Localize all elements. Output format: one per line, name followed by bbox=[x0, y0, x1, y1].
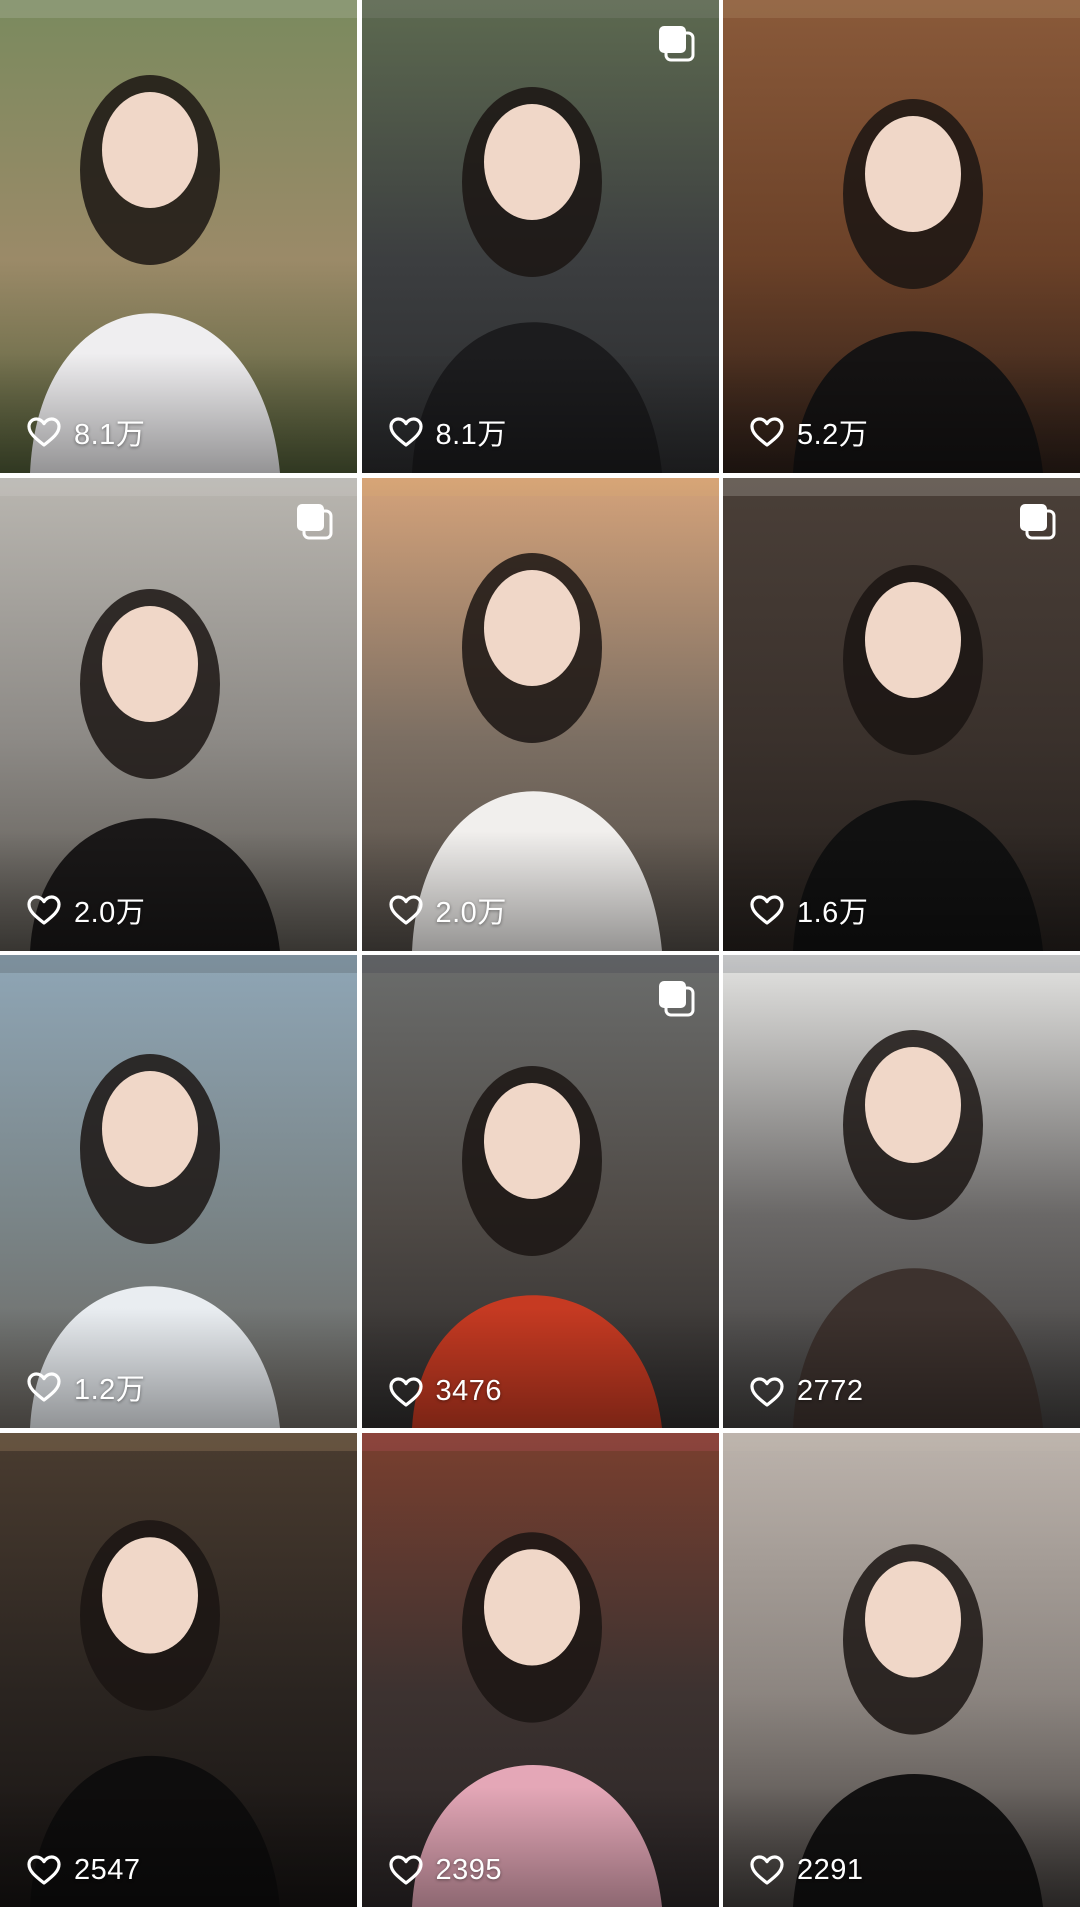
post-tile[interactable]: 5.2万 bbox=[723, 0, 1080, 473]
post-tile[interactable]: 2.0万 bbox=[0, 477, 357, 951]
heart-outline-icon[interactable] bbox=[749, 894, 785, 926]
multi-image-icon bbox=[1016, 500, 1060, 544]
like-count: 2395 bbox=[435, 1853, 503, 1886]
heart-outline-icon[interactable] bbox=[26, 1854, 62, 1886]
like-count: 2.0万 bbox=[435, 896, 507, 929]
like-count-row[interactable]: 2395 bbox=[388, 1854, 503, 1887]
multi-image-icon bbox=[293, 500, 337, 544]
post-tile[interactable]: 2291 bbox=[723, 1432, 1080, 1907]
post-tile[interactable]: 2395 bbox=[361, 1432, 719, 1907]
post-tile[interactable]: 3476 bbox=[361, 955, 719, 1428]
like-count: 8.1万 bbox=[435, 419, 507, 451]
post-tile[interactable]: 1.6万 bbox=[723, 477, 1080, 951]
caption-shade bbox=[723, 1786, 1080, 1907]
caption-shade bbox=[723, 1308, 1080, 1428]
caption-shade bbox=[361, 1308, 719, 1428]
post-tile[interactable]: 8.1万 bbox=[0, 0, 357, 473]
post-tile[interactable]: 8.1万 bbox=[361, 0, 719, 473]
like-count: 2772 bbox=[797, 1375, 864, 1407]
post-tile[interactable]: 1.2万 bbox=[0, 955, 357, 1428]
heart-outline-icon[interactable] bbox=[749, 416, 785, 448]
like-count: 2547 bbox=[74, 1853, 141, 1886]
heart-outline-icon[interactable] bbox=[749, 1376, 785, 1408]
like-count-row[interactable]: 2.0万 bbox=[388, 889, 507, 931]
heart-outline-icon[interactable] bbox=[388, 894, 424, 926]
like-count-row[interactable]: 1.2万 bbox=[26, 1366, 145, 1408]
like-count-row[interactable]: 2.0万 bbox=[26, 889, 145, 931]
like-count: 8.1万 bbox=[74, 419, 146, 451]
like-count: 2291 bbox=[797, 1853, 864, 1886]
post-tile[interactable]: 2547 bbox=[0, 1432, 357, 1907]
like-count: 1.6万 bbox=[797, 896, 869, 929]
heart-outline-icon[interactable] bbox=[749, 1854, 785, 1886]
post-tile[interactable]: 2.0万 bbox=[361, 477, 719, 951]
heart-outline-icon[interactable] bbox=[26, 894, 62, 926]
photo-grid: 8.1万 8.1万 5.2万 2.0万 2.0万 1.6万 1.2万 3476 … bbox=[0, 0, 1080, 1907]
like-count-row[interactable]: 5.2万 bbox=[749, 411, 868, 453]
like-count-row[interactable]: 2772 bbox=[749, 1375, 864, 1408]
heart-outline-icon[interactable] bbox=[26, 416, 62, 448]
multi-image-icon bbox=[655, 22, 699, 66]
multi-image-icon bbox=[655, 977, 699, 1021]
like-count-row[interactable]: 8.1万 bbox=[388, 411, 507, 453]
like-count-row[interactable]: 2547 bbox=[26, 1854, 141, 1887]
heart-outline-icon[interactable] bbox=[26, 1371, 62, 1403]
like-count: 3476 bbox=[435, 1375, 503, 1407]
heart-outline-icon[interactable] bbox=[388, 1854, 424, 1886]
like-count-row[interactable]: 8.1万 bbox=[26, 411, 145, 453]
heart-outline-icon[interactable] bbox=[388, 1376, 424, 1408]
caption-shade bbox=[0, 1786, 357, 1907]
like-count-row[interactable]: 3476 bbox=[388, 1375, 503, 1408]
like-count-row[interactable]: 2291 bbox=[749, 1854, 864, 1887]
like-count: 5.2万 bbox=[797, 419, 869, 451]
like-count: 2.0万 bbox=[74, 896, 146, 929]
caption-shade bbox=[361, 1786, 719, 1907]
heart-outline-icon[interactable] bbox=[388, 416, 424, 448]
like-count: 1.2万 bbox=[74, 1374, 146, 1406]
like-count-row[interactable]: 1.6万 bbox=[749, 889, 868, 931]
post-tile[interactable]: 2772 bbox=[723, 955, 1080, 1428]
